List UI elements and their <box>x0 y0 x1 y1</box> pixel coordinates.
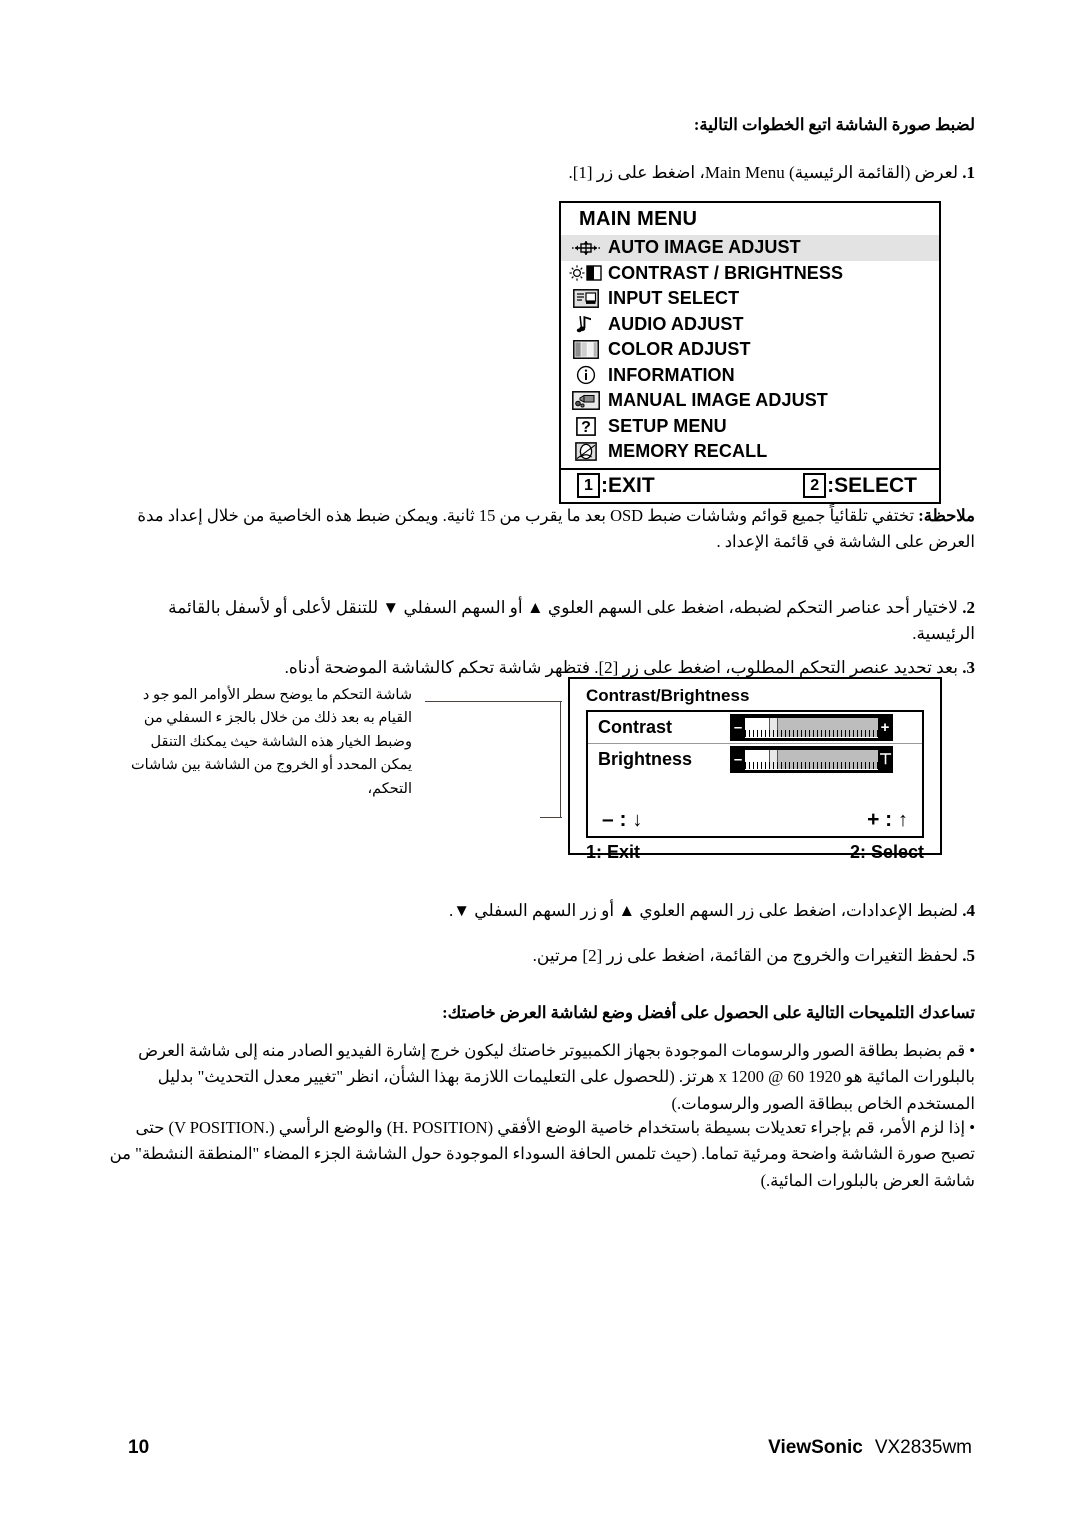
svg-text:?: ? <box>581 419 591 436</box>
up-arrow-icon: ↑ <box>898 809 908 831</box>
bullet-marker-icon: • <box>969 1041 975 1060</box>
contrast-slider-track[interactable] <box>744 716 879 739</box>
brightness-row[interactable]: Brightness – ⊤ <box>588 744 922 775</box>
step-4-text: لضبط الإعدادات، اضغط على زر السهم العلوي… <box>448 901 958 920</box>
contrast-brightness-legend: – : ↓ + : ↑ <box>588 808 922 832</box>
step-5-text: لحفظ التغيرات والخروج من القائمة، اضغط ع… <box>532 946 958 965</box>
step-3-number: 3. <box>962 658 975 677</box>
brightness-label: Brightness <box>598 749 693 769</box>
menu-item-input-select[interactable]: INPUT SELECT <box>561 286 939 312</box>
tips-heading: تساعدك التلميحات التالية على الحصول على … <box>442 1003 975 1022</box>
main-menu-osd-panel: MAIN MENU AUTO IMAGE ADJUST CONTRAST / B… <box>559 201 941 504</box>
step-5-number: 5. <box>962 946 975 965</box>
menu-item-label: SETUP MENU <box>608 415 727 436</box>
footer-brand: ViewSonic VX2835wm <box>768 1437 972 1459</box>
step-2-text: لاختيار أحد عناصر التحكم لضبطه، اضغط على… <box>168 598 975 644</box>
note-text: تختفي تلقائياً جميع قوائم وشاشات ضبط OSD… <box>137 506 975 551</box>
decrease-legend: – : ↓ <box>602 808 642 832</box>
callout-leader-line-horizontal-top <box>425 701 562 702</box>
step-2: 2. لاختيار أحد عناصر التحكم لضبطه، اضغط … <box>105 595 975 648</box>
increase-legend: + : ↑ <box>867 808 908 832</box>
main-menu-osd-list: AUTO IMAGE ADJUST CONTRAST / BRIGHTNESS … <box>561 235 939 468</box>
audio-adjust-icon <box>569 314 603 335</box>
brightness-slider-ticks <box>745 761 878 770</box>
contrast-slider-ticks <box>745 729 878 738</box>
menu-item-label: MEMORY RECALL <box>608 441 768 462</box>
setup-menu-icon: ? <box>569 416 603 437</box>
brightness-minus-label: – <box>733 751 743 768</box>
callout-leader-line-horizontal-bottom <box>540 817 562 818</box>
cb-select-label[interactable]: 2: Select <box>850 842 924 863</box>
osd-callout-text: شاشة التحكم ما يوضح سطر الأوامر المو جو … <box>130 687 412 797</box>
step-1-number: 1. <box>962 163 975 182</box>
step-1-text: لعرض (القائمة الرئيسية) Main Menu، اضغط … <box>568 163 958 182</box>
contrast-plus-label: + <box>880 719 890 736</box>
step-4: 4. لضبط الإعدادات، اضغط على زر السهم الع… <box>105 898 975 924</box>
menu-item-memory-recall[interactable]: MEMORY RECALL <box>561 439 939 465</box>
osd-timeout-note: ملاحظة: تختفي تلقائياً جميع قوائم وشاشات… <box>105 503 975 554</box>
brightness-slider[interactable]: – ⊤ <box>730 746 893 773</box>
memory-recall-icon <box>569 441 603 462</box>
input-select-icon <box>569 288 603 309</box>
auto-image-adjust-icon <box>569 237 603 258</box>
step-2-number: 2. <box>962 598 975 617</box>
main-menu-exit-control[interactable]: 1 :EXIT <box>577 473 655 498</box>
page-instruction-heading: لضبط صورة الشاشة اتبع الخطوات التالية: <box>693 115 975 134</box>
note-label: ملاحظة: <box>918 506 975 525</box>
tip-bullet-2-text: إذا لزم الأمر، قم بإجراء تعديلات بسيطة ب… <box>109 1118 975 1190</box>
contrast-minus-label: – <box>733 719 743 736</box>
key-2-badge: 2 <box>803 473 827 498</box>
menu-item-color-adjust[interactable]: COLOR ADJUST <box>561 337 939 363</box>
step-3-text: بعد تحديد عنصر التحكم المطلوب، اضغط على … <box>284 658 958 677</box>
brand-name: ViewSonic <box>768 1437 863 1458</box>
menu-item-label: MANUAL IMAGE ADJUST <box>608 390 828 411</box>
manual-image-adjust-icon <box>569 390 603 411</box>
main-menu-select-control[interactable]: 2 :SELECT <box>803 473 917 498</box>
menu-item-label: CONTRAST / BRIGHTNESS <box>608 262 844 283</box>
menu-item-audio-adjust[interactable]: AUDIO ADJUST <box>561 312 939 338</box>
down-arrow-icon: ↓ <box>632 809 643 831</box>
contrast-row[interactable]: Contrast – + <box>588 712 922 744</box>
contrast-brightness-osd-title: Contrast/Brightness <box>586 686 750 705</box>
brightness-slider-track[interactable] <box>744 748 879 771</box>
menu-item-auto-image-adjust[interactable]: AUTO IMAGE ADJUST <box>561 235 939 261</box>
menu-item-label: INFORMATION <box>608 364 735 385</box>
main-menu-select-label: :SELECT <box>827 473 917 497</box>
manual-page: لضبط صورة الشاشة اتبع الخطوات التالية: 1… <box>0 0 1080 1527</box>
contrast-brightness-icon <box>569 263 603 284</box>
menu-item-label: AUTO IMAGE ADJUST <box>608 237 801 258</box>
contrast-brightness-rows: Contrast – + Brightness – ⊤ –: ↓ +: ↑ <box>586 710 924 838</box>
tip-bullet-1-text: قم بضبط بطاقة الصور والرسومات الموجودة ب… <box>138 1041 975 1113</box>
step-1: 1. لعرض (القائمة الرئيسية) Main Menu، اض… <box>105 160 975 186</box>
menu-item-label: AUDIO ADJUST <box>608 313 744 334</box>
contrast-brightness-osd-panel: Contrast/Brightness Contrast – + Brightn… <box>568 677 942 862</box>
step-5: 5. لحفظ التغيرات والخروج من القائمة، اضغ… <box>105 943 975 969</box>
contrast-slider[interactable]: – + <box>730 714 893 741</box>
step-4-number: 4. <box>962 901 975 920</box>
main-menu-exit-label: :EXIT <box>601 473 655 497</box>
menu-item-label: COLOR ADJUST <box>608 339 751 360</box>
menu-item-information[interactable]: INFORMATION <box>561 363 939 389</box>
information-icon <box>569 365 603 386</box>
menu-item-setup-menu[interactable]: ? SETUP MENU <box>561 414 939 440</box>
menu-item-contrast-brightness[interactable]: CONTRAST / BRIGHTNESS <box>561 261 939 287</box>
main-menu-osd-footer: 1 :EXIT 2 :SELECT <box>561 467 939 502</box>
key-1-badge: 1 <box>577 473 600 498</box>
contrast-label: Contrast <box>598 717 673 737</box>
model-name: VX2835wm <box>874 1437 972 1458</box>
menu-item-manual-image-adjust[interactable]: MANUAL IMAGE ADJUST <box>561 388 939 414</box>
decrease-legend-label: – : <box>602 808 627 831</box>
tip-bullet-1: • قم بضبط بطاقة الصور والرسومات الموجودة… <box>105 1038 975 1117</box>
main-menu-osd-title: MAIN MENU <box>579 208 698 230</box>
cb-exit-label[interactable]: 1: Exit <box>586 842 640 863</box>
menu-item-label: INPUT SELECT <box>608 288 740 309</box>
color-adjust-icon <box>569 339 603 360</box>
callout-leader-line-vertical <box>560 701 561 818</box>
bullet-marker-icon: • <box>969 1118 975 1137</box>
brightness-plus-label: ⊤ <box>879 751 893 768</box>
increase-legend-label: + : <box>867 808 893 831</box>
tip-bullet-2: • إذا لزم الأمر، قم بإجراء تعديلات بسيطة… <box>105 1115 975 1194</box>
contrast-brightness-footer: 1: Exit 2: Select <box>570 838 940 863</box>
page-number: 10 <box>128 1437 150 1458</box>
